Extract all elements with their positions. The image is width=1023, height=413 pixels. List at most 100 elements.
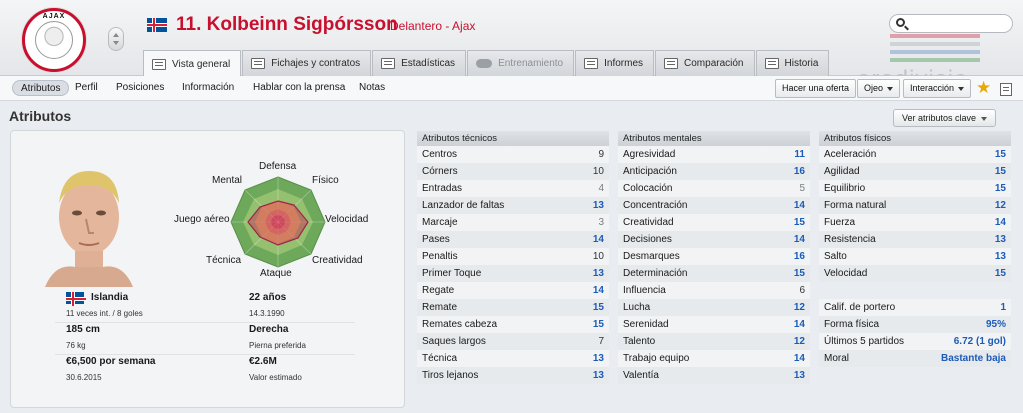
technical-attributes-table: Atributos técnicos Centros 9 Córners 10 Entr…	[417, 131, 609, 384]
key-attributes-button[interactable]: Ver atributos clave	[893, 109, 997, 127]
attribute-row[interactable]: Forma física 95%	[819, 316, 1011, 333]
attribute-row[interactable]: Entradas 4	[417, 180, 609, 197]
interaction-button[interactable]: Interacción	[903, 79, 972, 98]
attribute-value: 14	[994, 217, 1006, 228]
attribute-row[interactable]: Forma natural 12	[819, 197, 1011, 214]
make-offer-button[interactable]: Hacer una oferta	[775, 79, 857, 98]
attribute-value: 13	[994, 234, 1006, 245]
attribute-row[interactable]: Serenidad 14	[618, 316, 810, 333]
attribute-row[interactable]: Valentía 13	[618, 367, 810, 384]
attribute-row[interactable]: Creatividad 15	[618, 214, 810, 231]
physical-attributes-table: Atributos físicos Aceleración 15 Agilidad 1…	[819, 131, 1011, 367]
attribute-row[interactable]: Pases 14	[417, 231, 609, 248]
tab-comparacion[interactable]: Comparación	[655, 50, 755, 76]
attribute-name: Remates cabeza	[422, 319, 498, 330]
tab-historia[interactable]: Historia	[755, 50, 830, 76]
attribute-row[interactable]: Concentración 14	[618, 197, 810, 214]
attribute-row[interactable]: Decisiones 14	[618, 231, 810, 248]
attribute-row[interactable]: Influencia 6	[618, 282, 810, 299]
tab-informes[interactable]: Informes	[575, 50, 655, 76]
attribute-value: 15	[592, 319, 604, 330]
attribute-value: 3	[598, 217, 604, 228]
subnav-atributos[interactable]: Atributos	[12, 80, 70, 96]
attribute-row[interactable]: Colocación 5	[618, 180, 810, 197]
attribute-name: Creatividad	[623, 217, 674, 228]
chevron-up-icon[interactable]	[113, 33, 119, 37]
player-nation[interactable]: Islandia	[91, 292, 128, 303]
player-role[interactable]: Delantero - Ajax	[390, 19, 475, 33]
attribute-row[interactable]: Córners 10	[417, 163, 609, 180]
attribute-value: 13	[592, 370, 604, 381]
tab-estadisticas[interactable]: Estadísticas	[372, 50, 467, 76]
search-input[interactable]	[889, 14, 1013, 33]
attribute-row[interactable]: Trabajo equipo 14	[618, 350, 810, 367]
attribute-row[interactable]: Penaltis 10	[417, 248, 609, 265]
attribute-row[interactable]: Marcaje 3	[417, 214, 609, 231]
attribute-name: Tiros lejanos	[422, 370, 479, 381]
attribute-name: Forma natural	[824, 200, 887, 211]
mental-attributes-table: Atributos mentales Agresividad 11 Anticipa…	[618, 131, 810, 384]
attribute-row[interactable]: Lucha 12	[618, 299, 810, 316]
attribute-name: Valentía	[623, 370, 659, 381]
attribute-value: 1	[1000, 302, 1006, 313]
player-dob: 14.3.1990	[249, 309, 285, 318]
subnav-informacion[interactable]: Información	[182, 80, 234, 96]
attribute-row[interactable]: Remates cabeza 15	[417, 316, 609, 333]
attribute-name: Serenidad	[623, 319, 669, 330]
attribute-row[interactable]: Regate 14	[417, 282, 609, 299]
attribute-value: 6	[799, 285, 805, 296]
attribute-row[interactable]: Equilibrio 15	[819, 180, 1011, 197]
attribute-row[interactable]: Resistencia 13	[819, 231, 1011, 248]
add-note-icon[interactable]	[1000, 83, 1012, 96]
attribute-row[interactable]: Fuerza 14	[819, 214, 1011, 231]
subnav-posiciones[interactable]: Posiciones	[116, 80, 164, 96]
attribute-row[interactable]: Centros 9	[417, 146, 609, 163]
attribute-row[interactable]: Técnica 13	[417, 350, 609, 367]
attribute-value: 14	[793, 200, 805, 211]
tab-label: Comparación	[684, 58, 744, 69]
attribute-row[interactable]: Lanzador de faltas 13	[417, 197, 609, 214]
attribute-row[interactable]: Velocidad 15	[819, 265, 1011, 282]
attribute-row[interactable]: Saques largos 7	[417, 333, 609, 350]
attribute-name: Últimos 5 partidos	[824, 336, 905, 347]
attribute-name: Resistencia	[824, 234, 876, 245]
scout-button-label: Ojeo	[864, 83, 884, 93]
tab-vista-general[interactable]: Vista general	[143, 50, 242, 77]
info-divider	[55, 354, 355, 355]
report-icon	[584, 58, 599, 69]
attribute-row[interactable]: Calif. de portero 1	[819, 299, 1011, 316]
subnav-perfil[interactable]: Perfil	[75, 80, 98, 96]
attribute-row[interactable]: Tiros lejanos 13	[417, 367, 609, 384]
attribute-value: 15	[793, 217, 805, 228]
iceland-flag-icon	[66, 292, 86, 306]
attribute-row[interactable]: Agresividad 11	[618, 146, 810, 163]
player-foot: Derecha	[249, 324, 289, 335]
attribute-row[interactable]: Primer Toque 13	[417, 265, 609, 282]
attribute-row[interactable]: Últimos 5 partidos 6.72 (1 gol)	[819, 333, 1011, 350]
attribute-row[interactable]: Salto 13	[819, 248, 1011, 265]
attribute-row[interactable]: Anticipación 16	[618, 163, 810, 180]
attribute-value: 16	[793, 251, 805, 262]
scout-button[interactable]: Ojeo	[857, 79, 901, 98]
attribute-value: 15	[994, 268, 1006, 279]
attribute-row[interactable]: Talento 12	[618, 333, 810, 350]
chevron-down-icon[interactable]	[113, 41, 119, 45]
tab-fichajes-contratos[interactable]: Fichajes y contratos	[242, 50, 372, 76]
attribute-row[interactable]: Moral Bastante baja	[819, 350, 1011, 367]
player-name: 11. Kolbeinn Sigþórsson	[176, 14, 398, 35]
club-crest-text: AJAX	[42, 13, 66, 20]
shortlist-star-icon[interactable]: ★	[976, 78, 991, 98]
subnav-notas[interactable]: Notas	[359, 80, 385, 96]
subnav-hablar-prensa[interactable]: Hablar con la prensa	[253, 80, 345, 96]
tab-entrenamiento[interactable]: Entrenamiento	[467, 50, 575, 76]
attribute-row[interactable]: Agilidad 15	[819, 163, 1011, 180]
attribute-row[interactable]: Aceleración 15	[819, 146, 1011, 163]
player-nav-stepper[interactable]	[108, 27, 124, 51]
club-crest-logo[interactable]: AJAX	[22, 8, 86, 72]
attribute-row[interactable]: Remate 15	[417, 299, 609, 316]
attribute-name: Marcaje	[422, 217, 458, 228]
attribute-row[interactable]: Desmarques 16	[618, 248, 810, 265]
attribute-row[interactable]: Determinación 15	[618, 265, 810, 282]
attribute-name: Fuerza	[824, 217, 856, 228]
attribute-name: Velocidad	[824, 268, 868, 279]
